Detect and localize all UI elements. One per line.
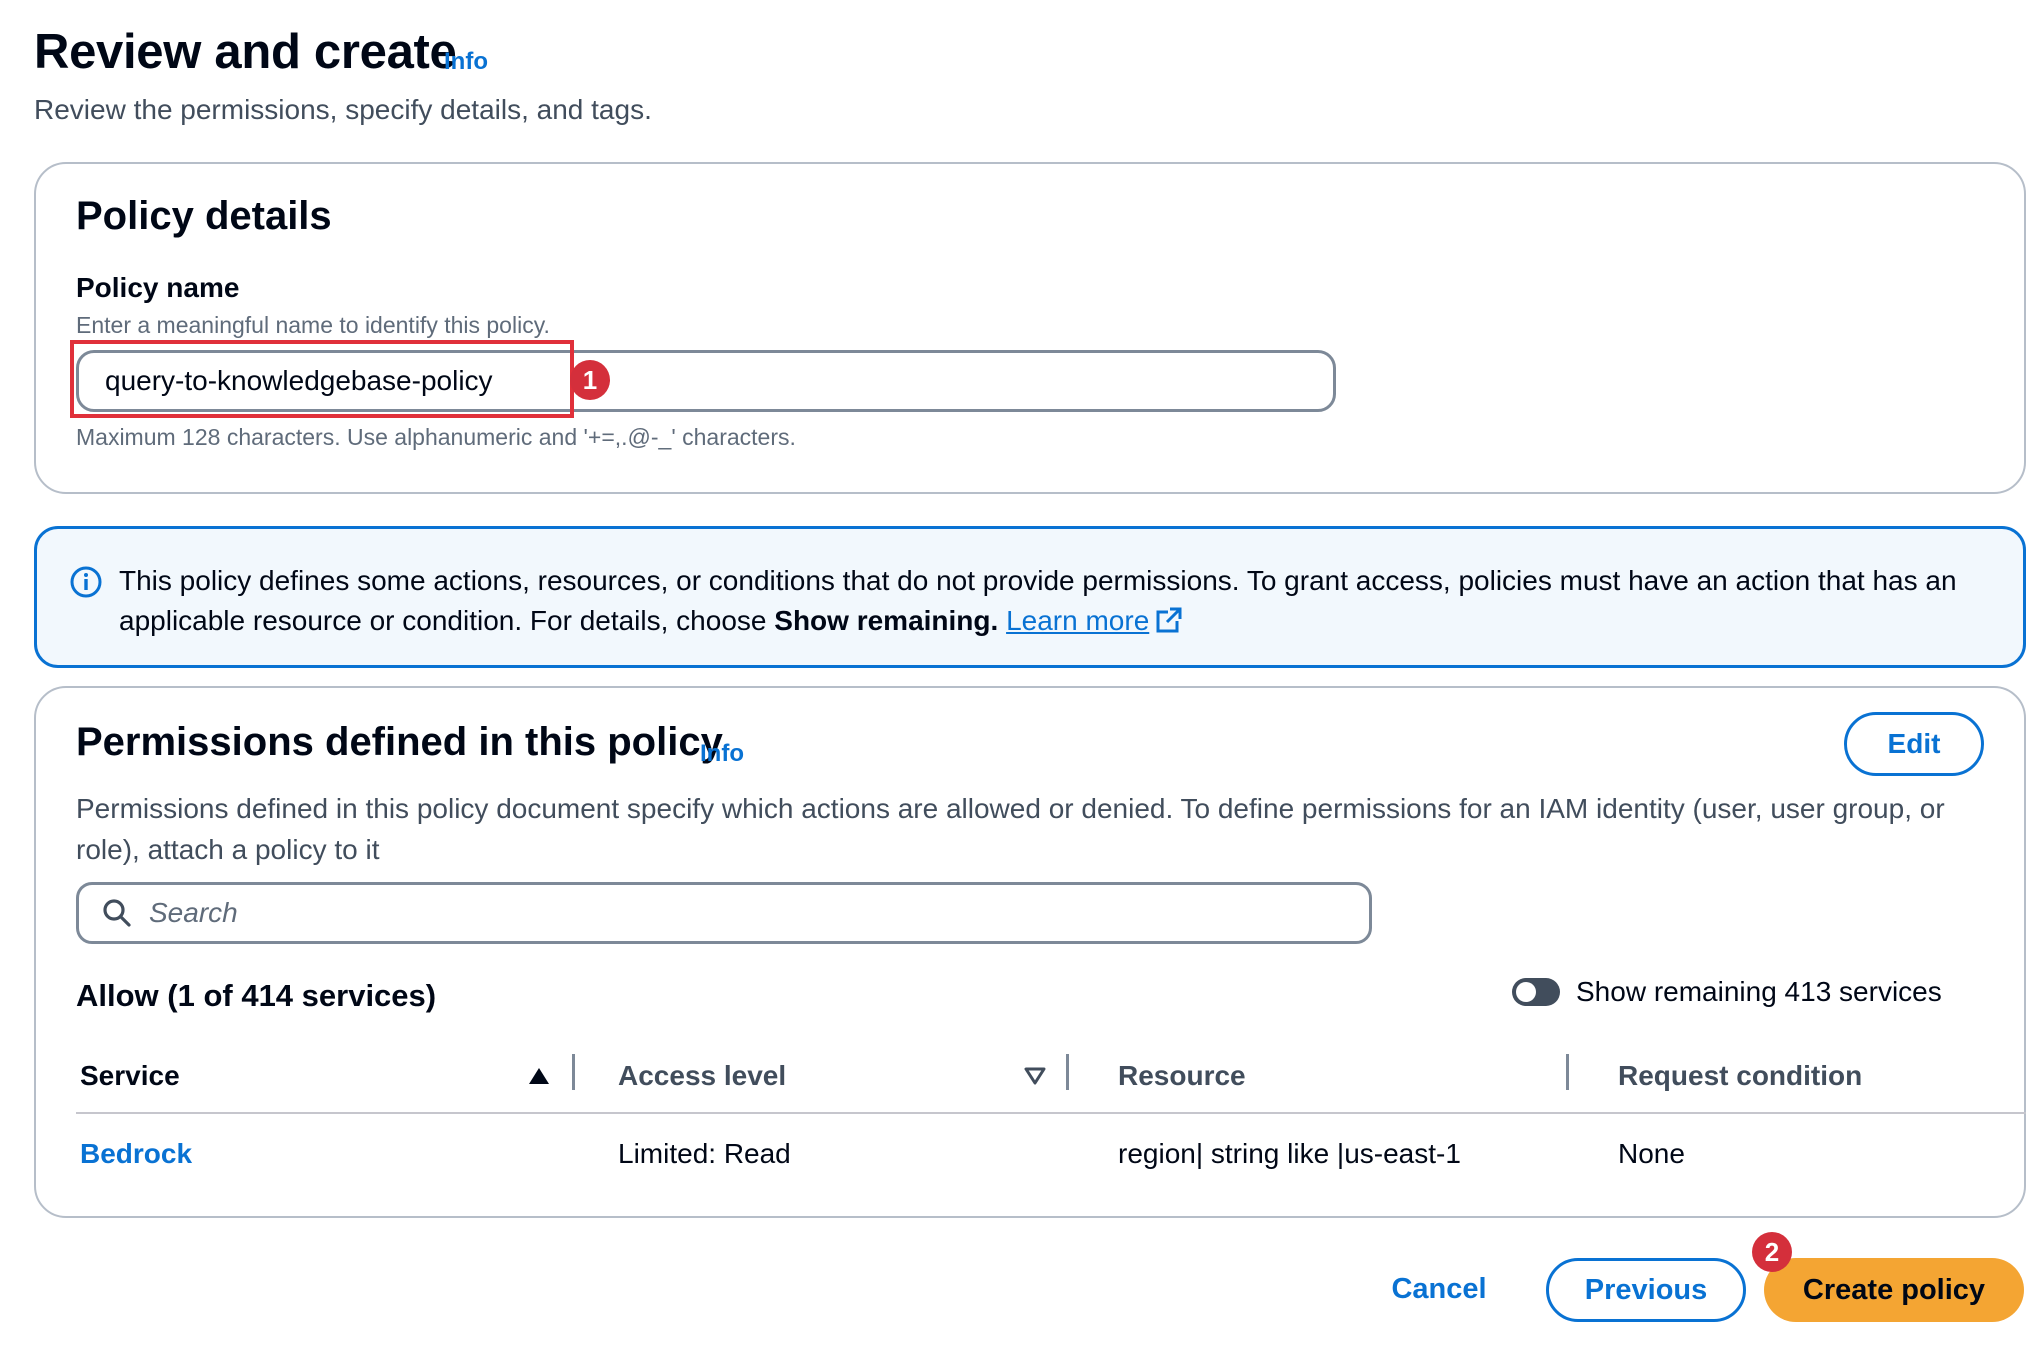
external-link-icon[interactable] — [1155, 606, 1183, 634]
service-link-bedrock[interactable]: Bedrock — [80, 1138, 192, 1170]
toggle-knob — [1516, 982, 1536, 1002]
policy-name-description: Enter a meaningful name to identify this… — [76, 312, 550, 338]
cancel-button[interactable]: Cancel — [1386, 1258, 1492, 1320]
policy-details-title: Policy details — [76, 194, 332, 238]
search-icon — [103, 899, 131, 927]
info-circle-icon — [70, 566, 102, 598]
column-divider[interactable] — [1566, 1054, 1569, 1090]
column-header-request-condition[interactable]: Request condition — [1618, 1060, 1862, 1092]
resource-cell: region| string like |us-east-1 — [1118, 1138, 1461, 1169]
show-remaining-toggle[interactable] — [1512, 978, 1560, 1006]
allow-heading: Allow (1 of 414 services) — [76, 978, 437, 1013]
column-header-service[interactable]: Service — [80, 1060, 180, 1092]
access-level-cell: Limited: Read — [618, 1138, 791, 1169]
page-title: Review and create — [34, 25, 457, 79]
search-input[interactable] — [149, 897, 1329, 929]
policy-details-container: Policy details Policy name Enter a meani… — [34, 162, 2026, 494]
sort-descending-icon[interactable] — [1024, 1066, 1046, 1086]
info-alert: This policy defines some actions, resour… — [34, 526, 2026, 668]
permissions-description: Permissions defined in this policy docum… — [76, 793, 1945, 865]
column-divider[interactable] — [1066, 1054, 1069, 1090]
alert-message: This policy defines some actions, resour… — [119, 561, 1999, 641]
request-condition-cell: None — [1618, 1138, 1685, 1169]
policy-name-constraint: Maximum 128 characters. Use alphanumeric… — [76, 424, 796, 450]
column-divider[interactable] — [572, 1054, 575, 1090]
annotation-badge-1: 1 — [570, 360, 610, 400]
table-header-divider — [76, 1112, 2026, 1114]
sort-ascending-icon[interactable] — [528, 1066, 550, 1086]
permissions-container: Permissions defined in this policy Info … — [34, 686, 2026, 1218]
policy-name-label: Policy name — [76, 272, 240, 303]
alert-text-bold: Show remaining. — [774, 605, 999, 636]
review-and-create-page: Review and create Info Review the permis… — [0, 0, 2042, 1346]
edit-button[interactable]: Edit — [1844, 712, 1984, 776]
column-header-resource[interactable]: Resource — [1118, 1060, 1246, 1092]
permissions-title: Permissions defined in this policy — [76, 720, 723, 764]
title-info-link[interactable]: Info — [444, 48, 488, 76]
annotation-badge-2: 2 — [1752, 1232, 1792, 1272]
permissions-info-link[interactable]: Info — [700, 740, 744, 768]
show-remaining-label: Show remaining 413 services — [1576, 976, 1942, 1007]
policy-name-input[interactable] — [76, 350, 1336, 412]
create-policy-button[interactable]: Create policy — [1764, 1258, 2024, 1322]
search-box[interactable] — [76, 882, 1372, 944]
previous-button[interactable]: Previous — [1546, 1258, 1746, 1322]
learn-more-link[interactable]: Learn more — [1006, 605, 1149, 636]
page-description: Review the permissions, specify details,… — [34, 94, 652, 125]
column-header-access-level[interactable]: Access level — [618, 1060, 786, 1092]
